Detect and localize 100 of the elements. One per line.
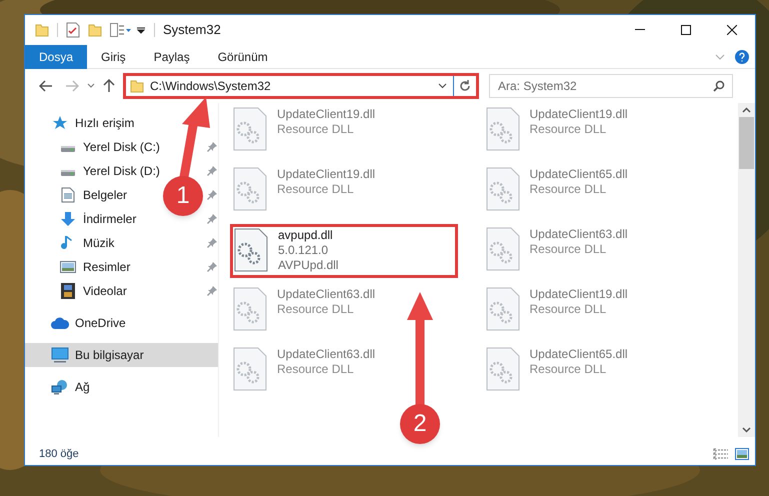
ribbon-tab[interactable]: Giriş [87, 44, 140, 68]
minimize-icon [635, 29, 645, 31]
file-item[interactable]: UpdateClient63.dll Resource DLL [233, 287, 461, 341]
sidebar-item[interactable]: Resimler [25, 255, 161, 279]
address-bar[interactable]: C:\Windows\System32 [123, 73, 479, 99]
file-name: UpdateClient19.dll [277, 167, 376, 182]
network-icon [51, 379, 69, 395]
scroll-thumb[interactable] [739, 117, 754, 169]
scrollbar[interactable] [738, 103, 755, 437]
sidebar-item[interactable]: OneDrive [25, 311, 218, 335]
gear-file-icon [486, 347, 520, 391]
file-detail: AVPUpd.dll [278, 258, 338, 273]
file-detail: 5.0.121.0 [278, 243, 330, 258]
back-arrow-icon[interactable] [39, 80, 53, 92]
pin-icon[interactable] [207, 286, 217, 296]
scroll-up-icon[interactable] [742, 107, 751, 113]
gear-file-icon [486, 287, 520, 331]
sidebar-label: Yerel Disk (D:) [83, 163, 160, 180]
file-name: UpdateClient19.dll [530, 107, 628, 122]
file-name: UpdateClient19.dll [530, 287, 628, 302]
pin-icon[interactable] [207, 214, 217, 224]
scroll-down-icon[interactable] [742, 427, 751, 433]
sidebar-item[interactable]: Hızlı erişim [25, 111, 218, 135]
file-item[interactable]: UpdateClient65.dll Resource DLL [486, 167, 714, 221]
ribbon-tab[interactable]: Dosya [25, 44, 88, 68]
sidebar-label: Müzik [83, 235, 114, 252]
pin-icon[interactable] [207, 238, 217, 248]
dropdown-icon[interactable] [136, 25, 146, 35]
sidebar-item[interactable]: Ağ [25, 375, 218, 399]
file-item[interactable]: UpdateClient63.dll Resource DLL [486, 227, 714, 281]
ribbon-tab[interactable]: Görünüm [204, 44, 282, 68]
file-name: avpupd.dll [278, 228, 334, 243]
gear-file-icon [486, 107, 520, 151]
computer-icon [51, 347, 69, 363]
gear-file-icon [233, 287, 267, 331]
item-count: 180 öğe [39, 446, 79, 462]
file-detail: Resource DLL [530, 122, 608, 137]
file-detail: Resource DLL [530, 242, 608, 257]
star-icon [52, 115, 68, 131]
refresh-icon[interactable] [459, 80, 471, 92]
help-icon[interactable] [735, 50, 749, 64]
file-name: UpdateClient63.dll [277, 287, 376, 302]
details-view-icon[interactable] [713, 448, 729, 460]
sidebar-label: Bu bilgisayar [75, 347, 144, 364]
pin-icon[interactable] [207, 262, 217, 272]
file-detail: Resource DLL [530, 362, 608, 377]
up-arrow-icon[interactable] [103, 79, 115, 93]
sidebar-label: İndirmeler [83, 211, 136, 228]
file-item[interactable]: UpdateClient19.dll Resource DLL [486, 287, 714, 341]
address-path: C:\Windows\System32 [150, 78, 272, 95]
file-detail: Resource DLL [530, 302, 608, 317]
folder-icon [35, 23, 49, 37]
recent-locations-icon[interactable] [87, 83, 95, 89]
sidebar-label: Ağ [75, 379, 90, 396]
download-icon [60, 211, 76, 227]
file-detail: Resource DLL [277, 362, 355, 377]
file-item[interactable]: UpdateClient19.dll Resource DLL [233, 167, 461, 221]
folder-icon [130, 79, 144, 93]
ribbon-tab[interactable]: Paylaş [140, 44, 204, 68]
sidebar-label: Belgeler [83, 187, 128, 204]
gear-file-icon [233, 347, 267, 391]
cloud-icon [51, 317, 69, 329]
search-field[interactable]: Ara: System32 [489, 74, 733, 98]
file-item[interactable]: UpdateClient63.dll Resource DLL [233, 347, 461, 401]
gear-file-icon [233, 107, 267, 151]
file-detail: Resource DLL [277, 302, 355, 317]
sidebar-label: OneDrive [75, 315, 126, 332]
pin-icon[interactable] [207, 190, 217, 200]
sidebar-item[interactable]: Yerel Disk (C:) [25, 135, 161, 159]
sidebar-label: Hızlı erişim [75, 115, 134, 132]
file-item[interactable]: UpdateClient65.dll Resource DLL [486, 347, 714, 401]
large-icons-view-icon[interactable] [735, 448, 749, 460]
file-name: UpdateClient63.dll [277, 347, 376, 362]
file-detail: Resource DLL [530, 182, 608, 197]
sidebar-item[interactable]: Bu bilgisayar [25, 343, 218, 367]
properties-icon[interactable] [66, 22, 80, 38]
gear-file-icon [233, 167, 267, 211]
sidebar-item[interactable]: İndirmeler [25, 207, 161, 231]
file-name: UpdateClient65.dll [530, 167, 628, 182]
file-name: UpdateClient63.dll [530, 227, 628, 242]
file-item[interactable]: UpdateClient19.dll Resource DLL [486, 107, 714, 161]
file-name: UpdateClient19.dll [277, 107, 376, 122]
music-note-icon [61, 235, 75, 251]
sidebar-item[interactable]: Yerel Disk (D:) [25, 159, 161, 183]
pin-icon[interactable] [207, 142, 217, 152]
file-item[interactable]: avpupd.dll 5.0.121.0 AVPUpd.dll [230, 224, 458, 278]
file-item[interactable]: UpdateClient19.dll Resource DLL [233, 107, 461, 161]
sidebar-item[interactable]: Müzik [25, 231, 161, 255]
close-icon [727, 25, 737, 35]
film-icon [61, 283, 75, 299]
sidebar-item[interactable]: Belgeler [25, 183, 161, 207]
window-title: System32 [163, 21, 221, 40]
sidebar-item[interactable]: Videolar [25, 279, 161, 303]
document-icon [61, 187, 75, 203]
pin-icon[interactable] [207, 166, 217, 176]
customize-toolbar-icon[interactable] [110, 23, 132, 37]
picture-icon [60, 260, 76, 274]
dropdown-icon[interactable] [438, 83, 447, 89]
file-detail: Resource DLL [277, 182, 355, 197]
expand-ribbon-icon[interactable] [715, 54, 725, 60]
